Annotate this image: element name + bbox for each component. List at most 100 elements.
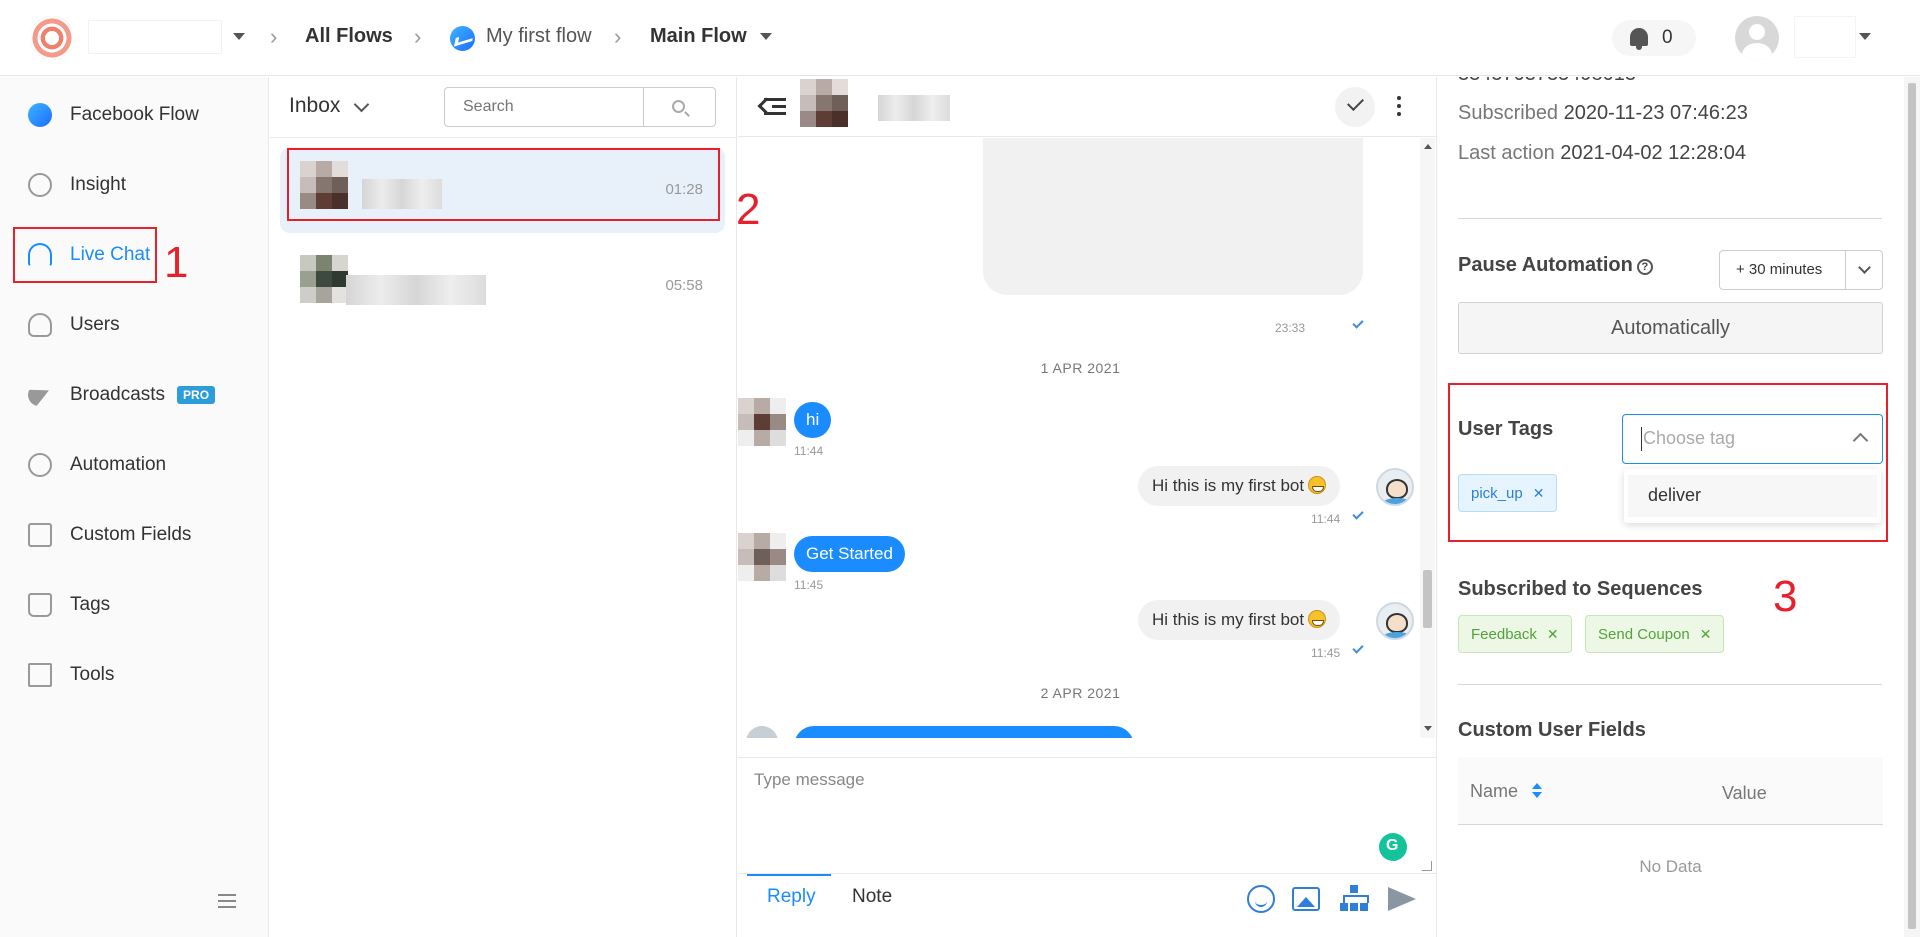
workspace-dropdown-caret[interactable] <box>233 33 245 40</box>
divider <box>270 137 737 138</box>
sidebar-item-broadcasts[interactable]: Broadcasts PRO <box>24 375 216 415</box>
message-list[interactable]: 23:33 1 APR 2021 hi 11:44 Hi this is my … <box>738 138 1437 738</box>
sidebar: Facebook Flow Insight Live Chat Users Br… <box>0 77 269 937</box>
read-check-icon <box>1352 317 1364 329</box>
annotation-box-2 <box>287 148 720 221</box>
notifications-button[interactable]: 0 <box>1612 20 1696 56</box>
search-button[interactable] <box>644 87 716 127</box>
contact-avatar <box>738 398 790 450</box>
sidebar-item-tags[interactable]: Tags <box>28 585 110 625</box>
user-icon <box>28 313 52 337</box>
sequence-chip: Send Coupon ✕ <box>1585 615 1725 653</box>
sidebar-item-label: Broadcasts <box>70 384 166 405</box>
app-logo[interactable] <box>30 16 74 60</box>
scroll-thumb[interactable] <box>1908 83 1916 929</box>
contact-name-redacted <box>878 95 950 121</box>
toolbox-icon <box>28 663 52 687</box>
sidebar-item-label: Users <box>70 314 120 335</box>
subscribed-label: Subscribed <box>1458 102 1559 124</box>
sort-icon[interactable] <box>1532 783 1542 798</box>
sequences-title: Subscribed to Sequences <box>1458 578 1703 600</box>
conversation-time: 05:58 <box>665 277 703 294</box>
contact-avatar <box>800 79 852 135</box>
sidebar-item-facebook-flow[interactable]: Facebook Flow <box>28 95 199 135</box>
message-time: 23:33 <box>1275 321 1306 335</box>
divider <box>1845 251 1846 289</box>
sidebar-item-automation[interactable]: Automation <box>28 445 166 485</box>
message-input-placeholder[interactable]: Type message <box>754 770 865 790</box>
inbox-title[interactable]: Inbox <box>289 94 340 118</box>
sequence-chip: Feedback ✕ <box>1458 615 1572 653</box>
pause-delay-select[interactable]: + 30 minutes <box>1719 250 1883 290</box>
chat-scrollbar[interactable] <box>1420 138 1435 738</box>
scroll-thumb[interactable] <box>1423 570 1432 628</box>
automatically-button[interactable]: Automatically <box>1458 302 1883 354</box>
breadcrumb-separator: › <box>414 24 422 49</box>
help-icon[interactable]: ? <box>1636 259 1653 275</box>
active-tab-indicator <box>747 874 831 876</box>
empty-state: No Data <box>1639 857 1702 876</box>
more-options-icon[interactable] <box>1397 96 1401 116</box>
sidebar-item-label: Tools <box>70 664 115 685</box>
mark-done-button[interactable] <box>1335 87 1375 127</box>
message-composer[interactable]: Type message <box>738 757 1437 874</box>
emoji-icon[interactable] <box>1247 885 1275 913</box>
flow-dropdown-caret[interactable] <box>760 33 772 40</box>
incoming-message <box>794 726 1134 738</box>
user-avatar[interactable] <box>1735 16 1779 60</box>
user-menu-caret[interactable] <box>1859 33 1871 40</box>
breadcrumb-main-flow[interactable]: Main Flow <box>650 25 747 48</box>
scroll-down-arrow-icon[interactable] <box>1424 726 1432 731</box>
grammarly-icon[interactable] <box>1379 833 1407 861</box>
outgoing-message: Hi this is my first bot <box>1138 466 1341 506</box>
remove-sequence-icon[interactable]: ✕ <box>1547 626 1559 642</box>
search-input[interactable] <box>444 87 644 127</box>
chevron-down-icon[interactable] <box>1858 261 1871 274</box>
notification-count: 0 <box>1662 27 1673 48</box>
sidebar-item-label: Automation <box>70 454 167 475</box>
collapse-sidebar-icon[interactable] <box>218 894 236 908</box>
custom-fields-table: Name Value No Data <box>1458 757 1883 907</box>
send-icon[interactable] <box>1388 887 1416 911</box>
sidebar-item-label: Tags <box>70 594 111 615</box>
workspace-name-redacted[interactable] <box>88 20 222 54</box>
sidebar-item-label: Insight <box>70 174 126 195</box>
annotation-number-3: 3 <box>1773 572 1798 621</box>
sidebar-item-users[interactable]: Users <box>28 305 120 345</box>
message-time: 11:44 <box>794 444 824 458</box>
conversation-item[interactable]: 05:58 <box>280 241 725 327</box>
breadcrumb-my-first-flow[interactable]: My first flow <box>486 25 592 48</box>
divider <box>1458 684 1882 685</box>
breadcrumb-separator: › <box>614 24 622 49</box>
tab-note[interactable]: Note <box>852 886 892 908</box>
pro-badge: PRO <box>177 386 216 404</box>
outgoing-message: Hi this is my first bot <box>1138 600 1341 640</box>
date-separator: 2 APR 2021 <box>1040 685 1121 701</box>
panel-scrollbar[interactable] <box>1904 77 1920 937</box>
image-icon[interactable] <box>1292 887 1320 911</box>
sidebar-item-custom-fields[interactable]: Custom Fields <box>28 515 191 555</box>
breadcrumb-all-flows[interactable]: All Flows <box>305 25 393 48</box>
tab-reply[interactable]: Reply <box>767 886 816 908</box>
breadcrumb-separator: › <box>270 24 278 49</box>
composer-tabs: Reply Note <box>738 874 1437 937</box>
back-arrow-icon[interactable] <box>760 97 786 115</box>
resize-handle[interactable] <box>1422 861 1432 871</box>
last-action-value: 2021-04-02 12:28:04 <box>1560 142 1747 164</box>
lifebuoy-icon <box>28 453 52 477</box>
read-check-icon <box>1352 508 1364 520</box>
incoming-message: Get Started <box>794 536 905 572</box>
flow-tree-icon[interactable] <box>1340 885 1369 913</box>
read-check-icon <box>1352 642 1364 654</box>
sidebar-item-insight[interactable]: Insight <box>28 165 126 205</box>
pause-delay-value: + 30 minutes <box>1736 261 1823 278</box>
sidebar-item-tools[interactable]: Tools <box>28 655 114 695</box>
last-action-info: Last action 2021-04-02 12:28:04 <box>1458 142 1746 165</box>
column-name[interactable]: Name <box>1470 781 1518 802</box>
bell-icon <box>1630 28 1648 50</box>
chevron-down-icon[interactable] <box>353 96 370 113</box>
remove-sequence-icon[interactable]: ✕ <box>1700 626 1712 642</box>
user-name-redacted[interactable] <box>1794 16 1856 58</box>
subscribed-value: 2020-11-23 07:46:23 <box>1563 102 1748 124</box>
scroll-up-arrow-icon[interactable] <box>1424 144 1432 149</box>
